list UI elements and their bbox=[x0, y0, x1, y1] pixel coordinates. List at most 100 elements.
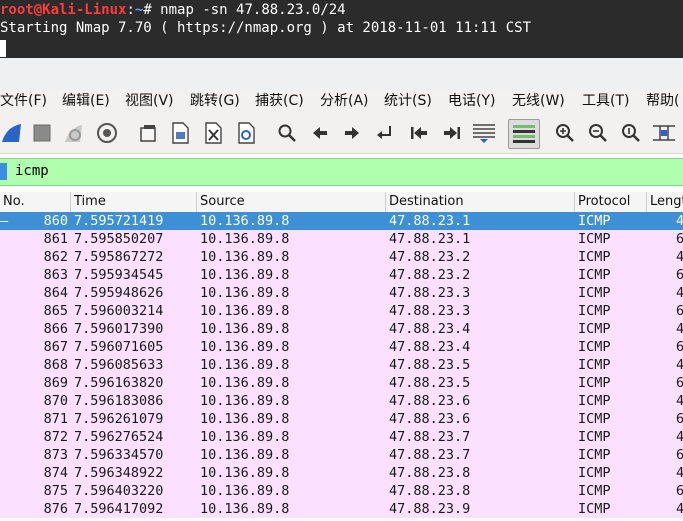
reload-icon[interactable] bbox=[234, 121, 258, 145]
cell-destination: 47.88.23.7 bbox=[389, 429, 471, 445]
cell-length: 6 bbox=[676, 411, 683, 427]
packet-row[interactable]: 871 7.596261079 10.136.89.8 47.88.23.6 ICMP 6 bbox=[0, 410, 683, 428]
window-gap bbox=[0, 58, 683, 90]
packet-row[interactable]: 869 7.596163820 10.136.89.8 47.88.23.5 ICMP 6 bbox=[0, 374, 683, 392]
stop-icon[interactable] bbox=[30, 121, 54, 145]
last-packet-icon[interactable] bbox=[440, 121, 464, 145]
column-header-source[interactable]: Source bbox=[197, 192, 386, 212]
cell-length: 6 bbox=[676, 339, 683, 355]
packet-row[interactable]: 872 7.596276524 10.136.89.8 47.88.23.7 ICMP 4 bbox=[0, 428, 683, 446]
zoom-in-icon[interactable] bbox=[553, 121, 577, 145]
restart-icon[interactable] bbox=[62, 121, 86, 145]
cell-length: 6 bbox=[676, 483, 683, 499]
packet-row[interactable]: 865 7.596003214 10.136.89.8 47.88.23.3 ICMP 6 bbox=[0, 302, 683, 320]
packet-row[interactable]: 863 7.595934545 10.136.89.8 47.88.23.2 ICMP 6 bbox=[0, 266, 683, 284]
cell-protocol: ICMP bbox=[578, 447, 611, 463]
main-toolbar bbox=[0, 113, 683, 154]
packet-row[interactable]: 876 7.596417092 10.136.89.8 47.88.23.9 ICMP 4 bbox=[0, 500, 683, 518]
column-header-destination[interactable]: Destination bbox=[386, 192, 575, 212]
menu-capture[interactable]: 捕获(C) bbox=[255, 92, 304, 111]
cell-length: 4 bbox=[676, 213, 683, 229]
terminal-output: Starting Nmap 7.70 ( https://nmap.org ) … bbox=[0, 20, 532, 36]
normal-size-icon[interactable] bbox=[619, 121, 643, 145]
cell-no: 873 bbox=[43, 447, 68, 463]
resize-columns-icon[interactable] bbox=[652, 121, 676, 145]
menu-wireless[interactable]: 无线(W) bbox=[512, 92, 565, 111]
display-filter-bar[interactable]: icmp bbox=[0, 158, 683, 186]
display-filter-input[interactable]: icmp bbox=[15, 162, 49, 181]
cell-protocol: ICMP bbox=[578, 339, 611, 355]
packet-row[interactable]: 862 7.595867272 10.136.89.8 47.88.23.2 ICMP 4 bbox=[0, 248, 683, 266]
cell-length: 6 bbox=[676, 267, 683, 283]
menu-tools[interactable]: 工具(T) bbox=[582, 92, 629, 111]
menu-statistics[interactable]: 统计(S) bbox=[384, 92, 432, 111]
cell-destination: 47.88.23.4 bbox=[389, 339, 471, 355]
cell-no: 872 bbox=[43, 429, 68, 445]
column-header-length[interactable]: Length bbox=[647, 192, 683, 212]
packet-row[interactable]: —860 7.595721419 10.136.89.8 47.88.23.1 ICMP… bbox=[0, 212, 683, 230]
cell-no: 869 bbox=[43, 375, 68, 391]
cell-source: 10.136.89.8 bbox=[200, 303, 290, 319]
cell-protocol: ICMP bbox=[578, 303, 611, 319]
colorize-icon[interactable] bbox=[508, 119, 540, 149]
cell-destination: 47.88.23.2 bbox=[389, 249, 471, 265]
column-header-protocol[interactable]: Protocol bbox=[575, 192, 647, 212]
cell-time: 7.596163820 bbox=[74, 375, 164, 391]
shark-fin-start-icon[interactable] bbox=[0, 121, 24, 145]
column-header-no[interactable]: No. bbox=[0, 192, 71, 212]
forward-arrow-icon[interactable] bbox=[340, 121, 364, 145]
cell-destination: 47.88.23.5 bbox=[389, 357, 471, 373]
terminal-prompt-line: root@Kali-Linux:~# nmap -sn 47.88.23.0/2… bbox=[0, 1, 346, 19]
packet-row[interactable]: 866 7.596017390 10.136.89.8 47.88.23.4 ICMP 4 bbox=[0, 320, 683, 338]
first-packet-icon[interactable] bbox=[407, 121, 431, 145]
cell-no: 868 bbox=[43, 357, 68, 373]
save-file-icon[interactable] bbox=[168, 121, 192, 145]
menu-go[interactable]: 跳转(G) bbox=[190, 92, 240, 111]
menu-edit[interactable]: 编辑(E) bbox=[62, 92, 110, 111]
packet-row[interactable]: 873 7.596334570 10.136.89.8 47.88.23.7 ICMP 6 bbox=[0, 446, 683, 464]
menu-telephony[interactable]: 电话(Y) bbox=[448, 92, 495, 111]
packet-row[interactable]: 864 7.595948626 10.136.89.8 47.88.23.3 ICMP 4 bbox=[0, 284, 683, 302]
autoscroll-icon[interactable] bbox=[472, 121, 496, 145]
packet-row[interactable]: 861 7.595850207 10.136.89.8 47.88.23.1 ICMP 6 bbox=[0, 230, 683, 248]
cell-length: 4 bbox=[676, 429, 683, 445]
menu-help[interactable]: 帮助( bbox=[646, 92, 679, 111]
cell-no: 862 bbox=[43, 249, 68, 265]
cell-time: 7.596334570 bbox=[74, 447, 164, 463]
options-gear-icon[interactable] bbox=[95, 121, 119, 145]
packet-row[interactable]: 868 7.596085633 10.136.89.8 47.88.23.5 ICMP 4 bbox=[0, 356, 683, 374]
find-icon[interactable] bbox=[275, 121, 299, 145]
packet-row[interactable]: 867 7.596071605 10.136.89.8 47.88.23.4 ICMP 6 bbox=[0, 338, 683, 356]
prompt-colon: : bbox=[126, 2, 135, 18]
packet-row[interactable]: 874 7.596348922 10.136.89.8 47.88.23.8 ICMP 4 bbox=[0, 464, 683, 482]
cell-time: 7.596261079 bbox=[74, 411, 164, 427]
cell-protocol: ICMP bbox=[578, 501, 611, 517]
open-file-icon[interactable] bbox=[136, 121, 160, 145]
cell-time: 7.595850207 bbox=[74, 231, 164, 247]
terminal-window: root@Kali-Linux:~# nmap -sn 47.88.23.0/2… bbox=[0, 0, 683, 58]
packet-row[interactable]: 870 7.596183086 10.136.89.8 47.88.23.6 ICMP 4 bbox=[0, 392, 683, 410]
cell-time: 7.596017390 bbox=[74, 321, 164, 337]
goto-packet-icon[interactable] bbox=[373, 121, 397, 145]
filter-bookmark-icon[interactable] bbox=[0, 163, 7, 180]
cell-destination: 47.88.23.2 bbox=[389, 267, 471, 283]
cell-destination: 47.88.23.3 bbox=[389, 285, 471, 301]
cell-source: 10.136.89.8 bbox=[200, 447, 290, 463]
back-arrow-icon[interactable] bbox=[308, 121, 332, 145]
cell-length: 4 bbox=[676, 357, 683, 373]
cell-source: 10.136.89.8 bbox=[200, 213, 290, 229]
menu-analyze[interactable]: 分析(A) bbox=[320, 92, 369, 111]
zoom-out-icon[interactable] bbox=[586, 121, 610, 145]
packet-row[interactable]: 875 7.596403220 10.136.89.8 47.88.23.8 ICMP 6 bbox=[0, 482, 683, 500]
column-header-time[interactable]: Time bbox=[71, 192, 197, 212]
cell-source: 10.136.89.8 bbox=[200, 501, 290, 517]
cell-source: 10.136.89.8 bbox=[200, 465, 290, 481]
menu-view[interactable]: 视图(V) bbox=[125, 92, 174, 111]
cell-time: 7.595934545 bbox=[74, 267, 164, 283]
menu-file[interactable]: 文件(F) bbox=[0, 92, 47, 111]
close-file-icon[interactable] bbox=[201, 121, 225, 145]
cell-length: 6 bbox=[676, 231, 683, 247]
cell-source: 10.136.89.8 bbox=[200, 483, 290, 499]
cell-no: 863 bbox=[43, 267, 68, 283]
terminal-command: nmap -sn 47.88.23.0/24 bbox=[160, 2, 346, 18]
